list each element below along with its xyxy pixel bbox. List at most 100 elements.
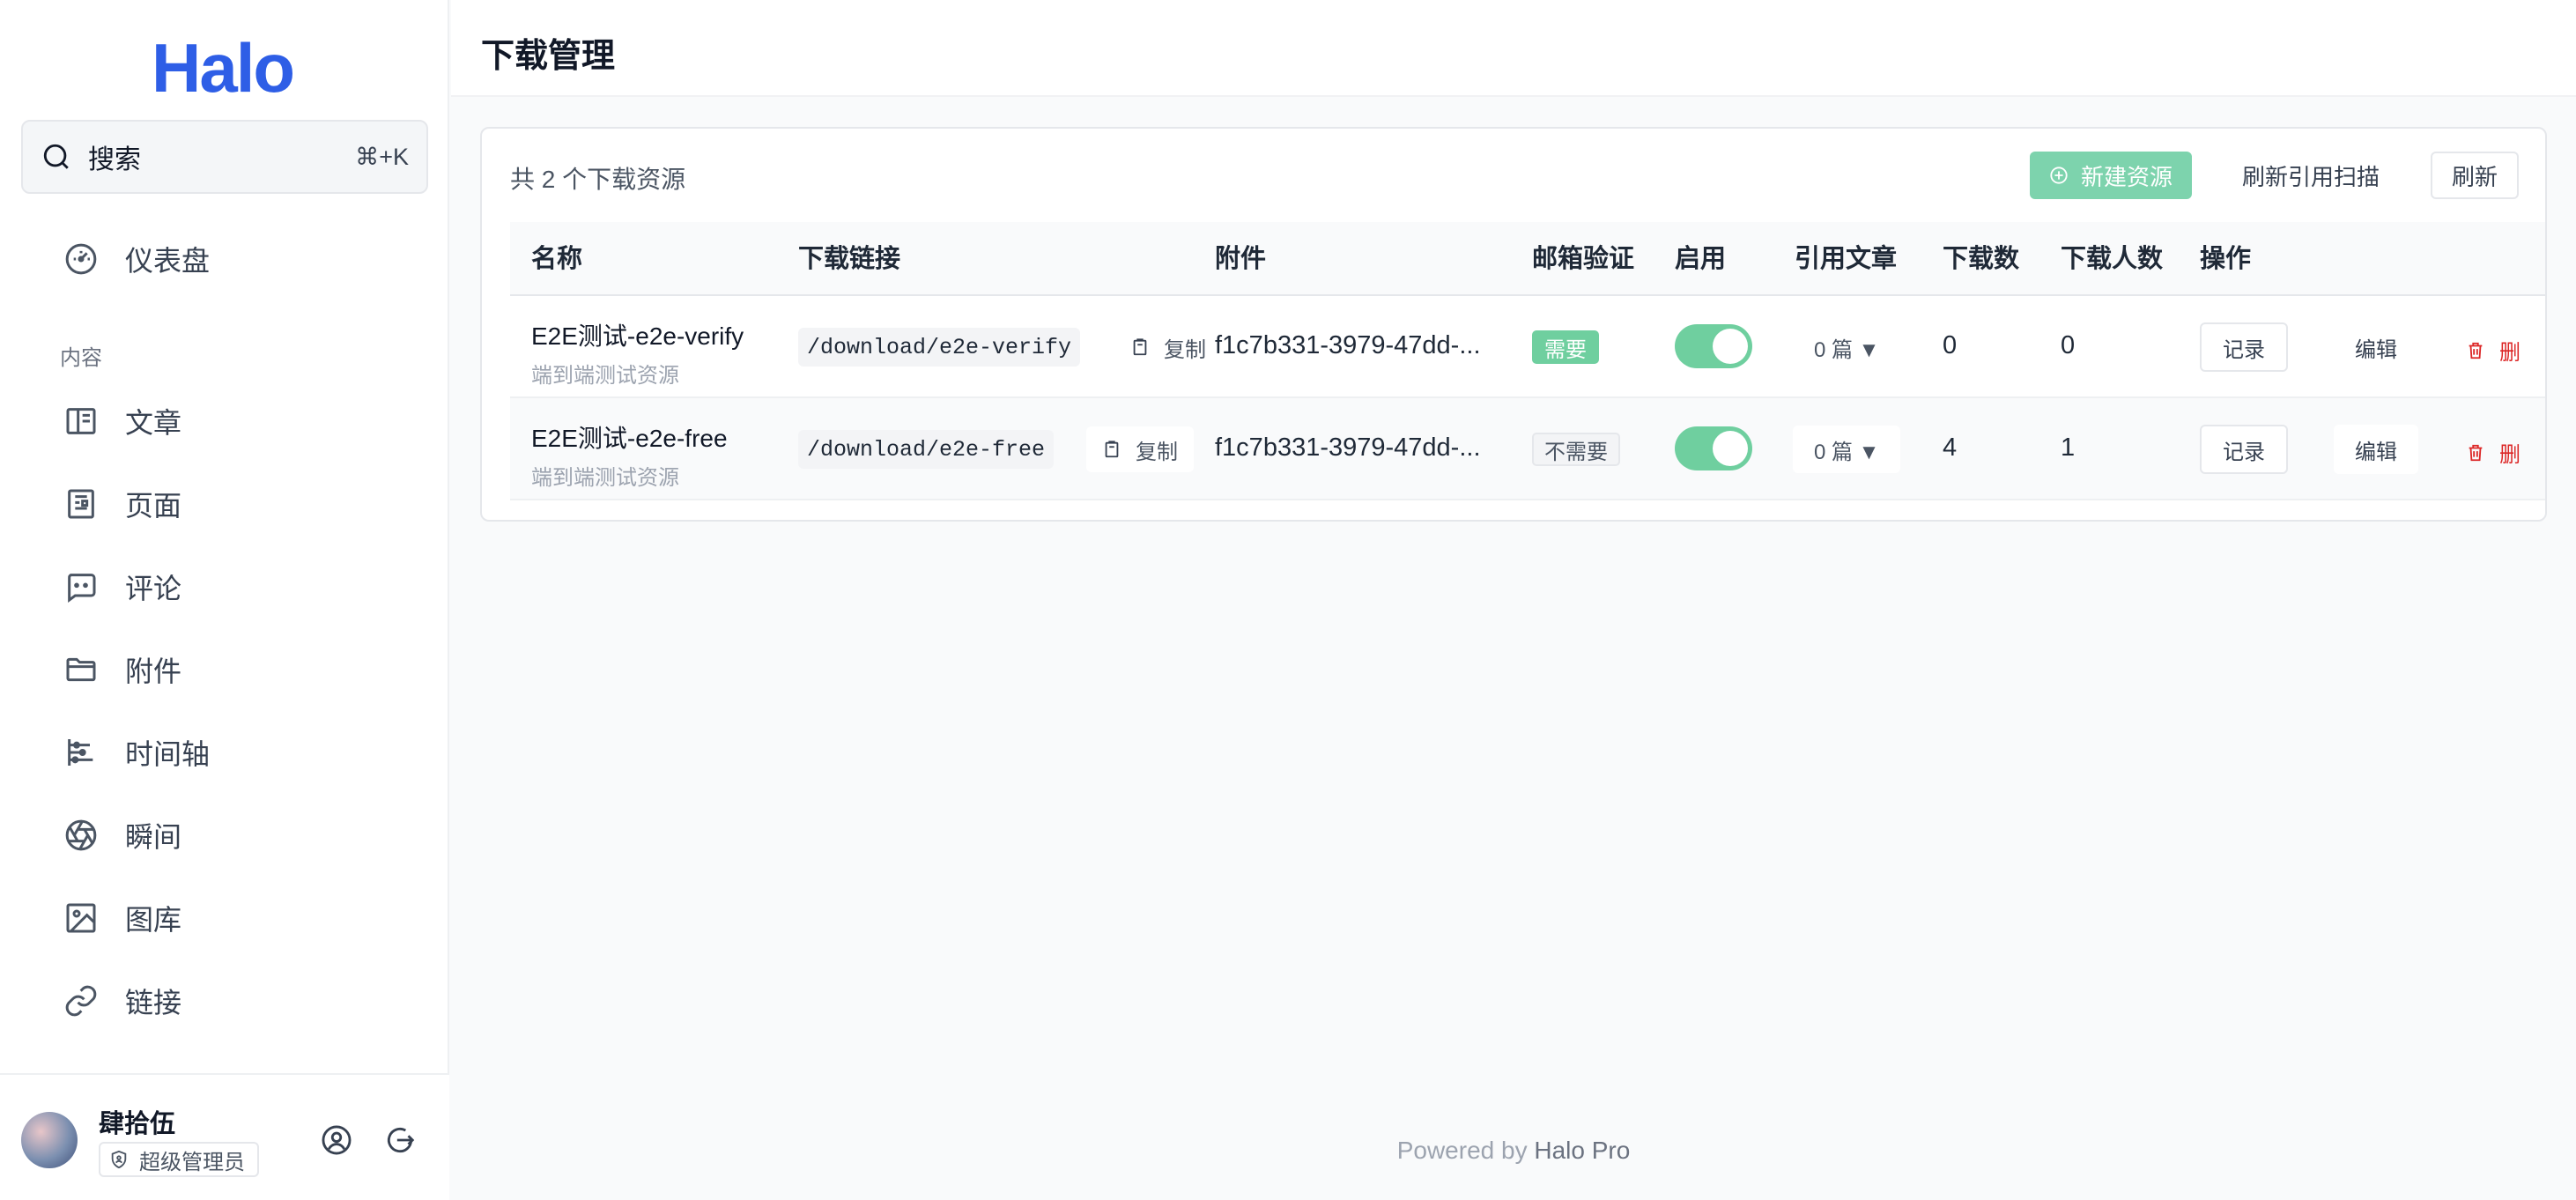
page-icon [62, 485, 100, 523]
download-count: 4 [1943, 433, 1958, 462]
book-icon [62, 402, 100, 441]
resource-name-cell: E2E测试-e2e-verify 端到端测试资源 [531, 317, 744, 389]
profile-button[interactable] [317, 1122, 356, 1161]
folder-icon [62, 650, 100, 689]
enable-toggle[interactable] [1675, 426, 1752, 470]
refresh-button[interactable]: 刷新 [2431, 152, 2519, 199]
image-icon [62, 899, 100, 937]
delete-label: 删 [2499, 443, 2520, 467]
toggle-knob [1713, 329, 1748, 364]
column-header: 下载数 [1943, 245, 2020, 273]
new-resource-label: 新建资源 [2080, 163, 2173, 190]
shield-icon [109, 1149, 130, 1170]
column-header: 引用文章 [1795, 245, 1898, 273]
copy-link-button[interactable]: 复制 [1086, 426, 1194, 472]
copy-link-button[interactable]: 复制 [1114, 324, 1222, 370]
dashboard-icon [62, 240, 100, 278]
resource-name-cell: E2E测试-e2e-free 端到端测试资源 [531, 419, 728, 491]
sidebar-item-label: 时间轴 [125, 738, 211, 770]
sidebar-item-label: 页面 [125, 490, 182, 522]
delete-label: 删 [2499, 341, 2520, 365]
resource-name: E2E测试-e2e-verify [531, 322, 744, 350]
user-name: 肆拾伍 [99, 1110, 176, 1138]
email-verify-badge: 不需要 [1532, 433, 1620, 466]
sidebar-item-comments[interactable]: 评论 [62, 560, 181, 613]
references-dropdown[interactable]: 0 篇 ▼ [1793, 426, 1901, 473]
column-header: 操作 [2200, 245, 2252, 273]
download-count: 0 [1943, 331, 1958, 359]
sidebar-item-attachments[interactable]: 附件 [62, 643, 181, 696]
sidebar-item-pages[interactable]: 页面 [62, 478, 181, 530]
timeline-icon [62, 733, 100, 772]
email-verify-badge: 需要 [1532, 330, 1599, 364]
comment-icon [62, 567, 100, 606]
table-header: 名称 下载链接 附件 邮箱验证 启用 引用文章 下载数 下载人数 操作 [510, 222, 2545, 296]
column-header: 下载链接 [798, 245, 901, 273]
sidebar-item-links[interactable]: 链接 [62, 974, 181, 1027]
sidebar-item-label: 瞬间 [125, 821, 182, 853]
attachment-id: f1c7b331-3979-47dd-... [1215, 433, 1481, 462]
resource-description: 端到端测试资源 [531, 466, 679, 490]
copy-label: 复制 [1164, 337, 1206, 362]
role-badge: 超级管理员 [99, 1142, 259, 1177]
sidebar-item-moments[interactable]: 瞬间 [62, 809, 181, 862]
downloader-count: 0 [2061, 331, 2076, 359]
column-header: 附件 [1215, 245, 1267, 273]
sidebar-item-gallery[interactable]: 图库 [62, 892, 181, 944]
sidebar-item-timeline[interactable]: 时间轴 [62, 726, 210, 779]
search-icon [39, 139, 74, 174]
total-count: 共 2 个下载资源 [510, 166, 686, 193]
page-title: 下载管理 [481, 38, 616, 75]
enable-toggle[interactable] [1675, 324, 1752, 368]
user-panel: 肆拾伍 超级管理员 [0, 1073, 449, 1200]
column-header: 邮箱验证 [1532, 245, 1635, 273]
attachment-id: f1c7b331-3979-47dd-... [1215, 331, 1481, 359]
logout-button[interactable] [381, 1122, 419, 1161]
search-shortcut: ⌘+K [355, 143, 409, 170]
clipboard-icon [1130, 337, 1151, 358]
avatar[interactable] [21, 1112, 78, 1168]
footer-brand-link[interactable]: Halo Pro [1534, 1137, 1630, 1164]
rescan-references-button[interactable]: 刷新引用扫描 [2242, 152, 2380, 199]
new-resource-button[interactable]: 新建资源 [2030, 152, 2192, 199]
sidebar: Halo 搜索 ⌘+K 仪表盘 内容 文章 页面 评论 附件 时间轴 瞬间 图库… [0, 0, 449, 1200]
column-header: 名称 [531, 245, 583, 273]
trash-icon [2466, 340, 2487, 361]
column-header: 启用 [1675, 245, 1727, 273]
downloader-count: 1 [2061, 433, 2076, 462]
resource-name: E2E测试-e2e-free [531, 425, 728, 452]
download-link: /download/e2e-verify [798, 328, 1081, 367]
delete-button[interactable]: 删 [2466, 335, 2520, 366]
toggle-knob [1713, 431, 1748, 466]
user-circle-icon [320, 1123, 353, 1161]
clipboard-icon [1102, 439, 1123, 460]
records-button[interactable]: 记录 [2200, 322, 2288, 372]
sidebar-item-label: 仪表盘 [125, 245, 211, 277]
section-label-content: 内容 [60, 346, 102, 370]
link-icon [62, 981, 100, 1020]
sidebar-item-label: 文章 [125, 407, 182, 439]
aperture-icon [62, 816, 100, 855]
search-label: 搜索 [88, 145, 141, 174]
role-label: 超级管理员 [139, 1150, 245, 1174]
delete-button[interactable]: 删 [2466, 437, 2520, 468]
sidebar-item-label: 链接 [125, 987, 182, 1019]
references-dropdown[interactable]: 0 篇 ▼ [1793, 323, 1900, 371]
edit-button[interactable]: 编辑 [2334, 322, 2418, 372]
edit-button[interactable]: 编辑 [2334, 425, 2418, 474]
sidebar-item-label: 附件 [125, 656, 182, 687]
trash-icon [2466, 442, 2487, 463]
sidebar-item-dashboard[interactable]: 仪表盘 [62, 233, 210, 285]
table-row: E2E测试-e2e-free 端到端测试资源 /download/e2e-fre… [510, 398, 2545, 500]
records-button[interactable]: 记录 [2200, 425, 2288, 474]
downloads-card: 共 2 个下载资源 新建资源 刷新引用扫描 刷新 名称 下载链接 附件 邮箱验证… [480, 127, 2547, 522]
page-header: 下载管理 [451, 0, 2576, 97]
resource-description: 端到端测试资源 [531, 364, 679, 388]
sidebar-item-label: 图库 [125, 904, 182, 936]
sidebar-item-posts[interactable]: 文章 [62, 395, 181, 448]
column-header: 下载人数 [2061, 245, 2164, 273]
search-box[interactable]: 搜索 ⌘+K [21, 120, 428, 194]
page-footer: Powered by Halo Pro [451, 1137, 2576, 1165]
halo-logo[interactable]: Halo [152, 33, 295, 102]
table-row: E2E测试-e2e-verify 端到端测试资源 /download/e2e-v… [510, 296, 2545, 398]
